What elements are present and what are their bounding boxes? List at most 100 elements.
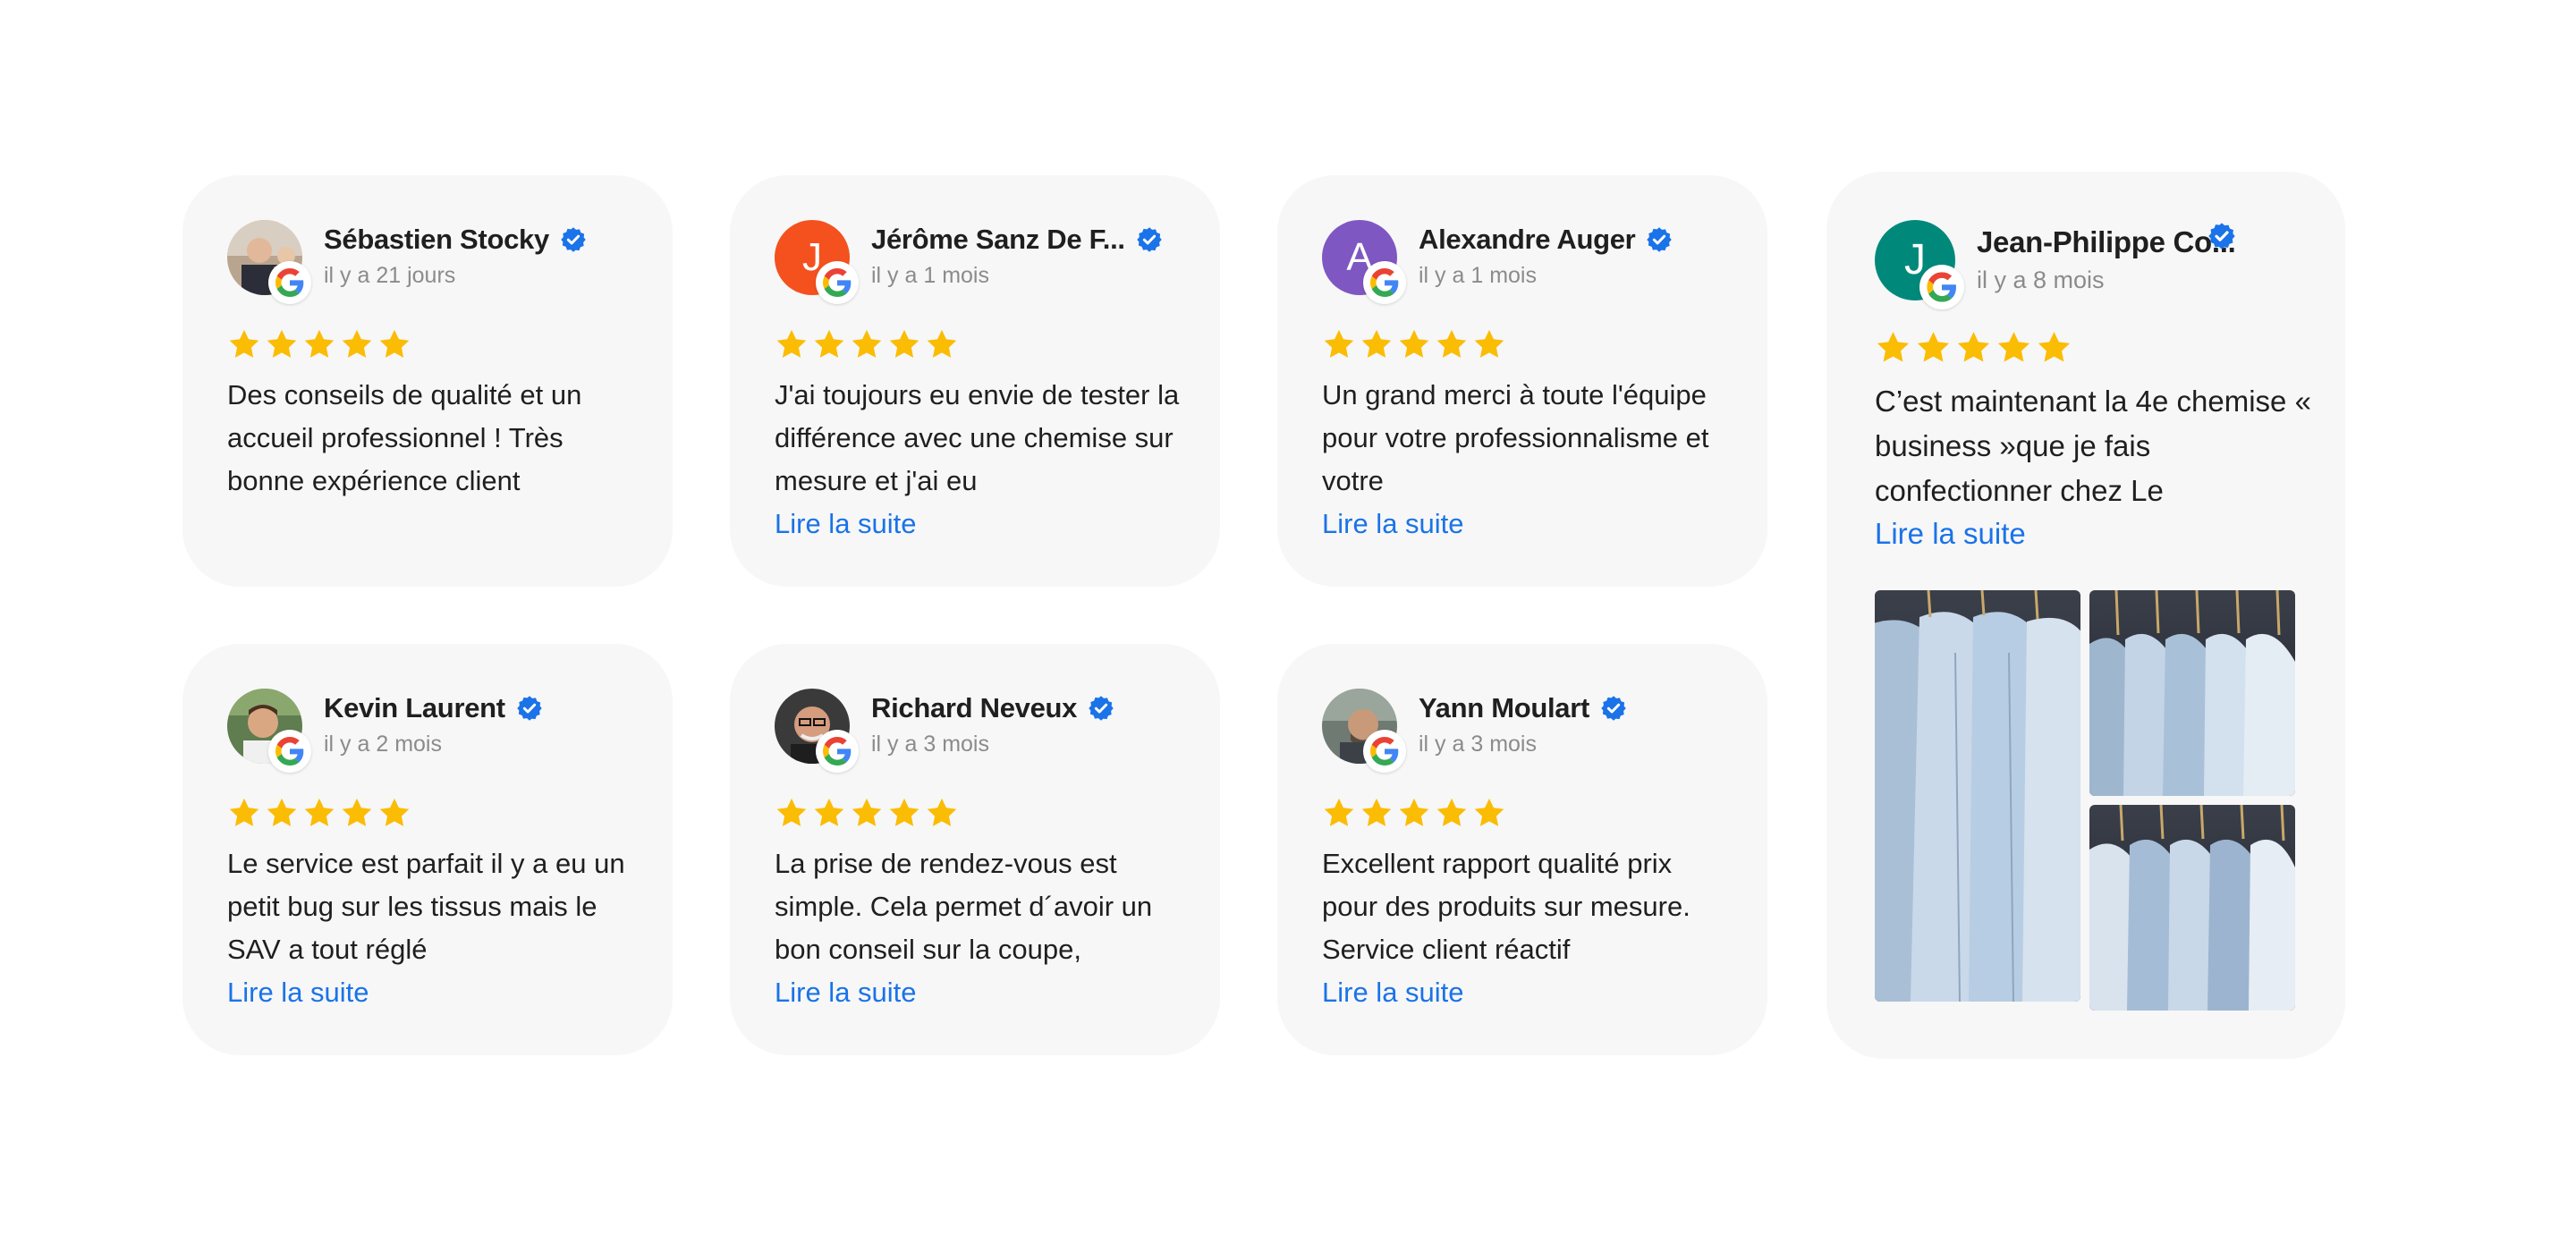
review-header: J Jean-Philippe Co... il y a 8 mois bbox=[1875, 220, 2313, 309]
verified-badge-icon bbox=[1600, 695, 1627, 722]
review-date: il y a 21 jours bbox=[324, 263, 456, 288]
star-icon bbox=[887, 796, 921, 830]
review-text: J'ai toujours eu envie de tester la diff… bbox=[775, 379, 1180, 496]
reviewer-name[interactable]: Sébastien Stocky bbox=[324, 224, 549, 256]
google-icon bbox=[268, 730, 311, 773]
google-icon bbox=[1919, 265, 1964, 309]
review-header: A Alexandre Auger il y a 1 mois bbox=[1322, 220, 1733, 304]
review-card: J Jérôme Sanz De F... il y a 1 mois J'ai… bbox=[730, 175, 1220, 587]
star-icon bbox=[1996, 329, 2032, 366]
star-icon bbox=[302, 796, 336, 830]
star-icon bbox=[812, 327, 846, 361]
read-more-link[interactable]: Lire la suite bbox=[1322, 503, 1464, 546]
google-icon bbox=[816, 261, 859, 304]
star-rating bbox=[227, 327, 411, 361]
review-card: Sébastien Stocky il y a 21 jours Des con… bbox=[182, 175, 673, 587]
star-icon bbox=[1322, 327, 1356, 361]
review-card-with-photos: J Jean-Philippe Co... il y a 8 mois C’es… bbox=[1826, 172, 2345, 1059]
review-text: Des conseils de qualité et un accueil pr… bbox=[227, 379, 582, 496]
star-icon bbox=[850, 327, 884, 361]
verified-badge-icon bbox=[1088, 695, 1114, 722]
star-icon bbox=[925, 327, 959, 361]
star-icon bbox=[1322, 796, 1356, 830]
review-text: Le service est parfait il y a eu un peti… bbox=[227, 848, 625, 965]
reviewer-name[interactable]: Jérôme Sanz De F... bbox=[871, 224, 1125, 256]
review-header: J Jérôme Sanz De F... il y a 1 mois bbox=[775, 220, 1186, 304]
review-header: Richard Neveux il y a 3 mois bbox=[775, 689, 1186, 773]
reviewer-name[interactable]: Richard Neveux bbox=[871, 692, 1077, 724]
google-icon bbox=[816, 730, 859, 773]
star-icon bbox=[850, 796, 884, 830]
read-more-link[interactable]: Lire la suite bbox=[1322, 971, 1464, 1014]
star-icon bbox=[377, 796, 411, 830]
review-date: il y a 8 mois bbox=[1977, 266, 2105, 293]
read-more-link[interactable]: Lire la suite bbox=[227, 971, 369, 1014]
read-more-link[interactable]: Lire la suite bbox=[775, 503, 917, 546]
star-rating bbox=[1875, 329, 2072, 366]
star-rating bbox=[227, 796, 411, 830]
star-icon bbox=[1915, 329, 1952, 366]
review-card: Richard Neveux il y a 3 mois La prise de… bbox=[730, 644, 1220, 1055]
verified-badge-icon bbox=[2207, 222, 2236, 250]
star-rating bbox=[775, 796, 959, 830]
star-icon bbox=[340, 327, 374, 361]
star-icon bbox=[227, 327, 261, 361]
google-icon bbox=[1363, 261, 1406, 304]
read-more-link[interactable]: Lire la suite bbox=[1875, 512, 2026, 556]
review-text: Un grand merci à toute l'équipe pour vot… bbox=[1322, 379, 1709, 496]
star-icon bbox=[1472, 327, 1506, 361]
star-icon bbox=[1360, 796, 1394, 830]
star-icon bbox=[265, 327, 299, 361]
review-date: il y a 2 mois bbox=[324, 732, 442, 757]
reviewer-name[interactable]: Alexandre Auger bbox=[1419, 224, 1636, 256]
review-photo-shirts[interactable] bbox=[1875, 590, 2080, 1002]
verified-badge-icon bbox=[516, 695, 543, 722]
verified-badge-icon bbox=[560, 226, 587, 253]
star-icon bbox=[775, 327, 809, 361]
review-header: Sébastien Stocky il y a 21 jours bbox=[227, 220, 639, 304]
review-date: il y a 1 mois bbox=[871, 263, 989, 288]
star-icon bbox=[1435, 796, 1469, 830]
star-icon bbox=[1435, 327, 1469, 361]
google-icon bbox=[268, 261, 311, 304]
star-rating bbox=[1322, 796, 1506, 830]
review-photo-shirts[interactable] bbox=[2089, 590, 2295, 796]
review-date: il y a 3 mois bbox=[871, 732, 989, 757]
reviewer-name[interactable]: Kevin Laurent bbox=[324, 692, 505, 724]
star-icon bbox=[340, 796, 374, 830]
star-rating bbox=[1322, 327, 1506, 361]
verified-badge-icon bbox=[1136, 226, 1163, 253]
review-date: il y a 1 mois bbox=[1419, 263, 1537, 288]
star-icon bbox=[1955, 329, 1992, 366]
verified-badge-icon bbox=[1646, 226, 1673, 253]
google-icon bbox=[1363, 730, 1406, 773]
star-icon bbox=[1397, 796, 1431, 830]
read-more-link[interactable]: Lire la suite bbox=[775, 971, 917, 1014]
star-icon bbox=[227, 796, 261, 830]
star-icon bbox=[302, 327, 336, 361]
review-header: Yann Moulart il y a 3 mois bbox=[1322, 689, 1733, 773]
reviewer-name[interactable]: Jean-Philippe Co... bbox=[1977, 225, 2236, 259]
star-icon bbox=[775, 796, 809, 830]
star-icon bbox=[1360, 327, 1394, 361]
review-text: Excellent rapport qualité prix pour des … bbox=[1322, 848, 1690, 965]
review-card: Kevin Laurent il y a 2 mois Le service e… bbox=[182, 644, 673, 1055]
review-text: La prise de rendez-vous est simple. Cela… bbox=[775, 848, 1153, 965]
star-icon bbox=[1472, 796, 1506, 830]
star-icon bbox=[812, 796, 846, 830]
star-icon bbox=[265, 796, 299, 830]
star-icon bbox=[1875, 329, 1911, 366]
star-rating bbox=[775, 327, 959, 361]
reviewer-name[interactable]: Yann Moulart bbox=[1419, 692, 1589, 724]
review-text: C’est maintenant la 4e chemise « busines… bbox=[1875, 385, 2311, 507]
review-header: Kevin Laurent il y a 2 mois bbox=[227, 689, 639, 773]
review-photo-shirts[interactable] bbox=[2089, 805, 2295, 1011]
reviews-widget: Sébastien Stocky il y a 21 jours Des con… bbox=[0, 0, 2576, 1252]
star-icon bbox=[1397, 327, 1431, 361]
review-date: il y a 3 mois bbox=[1419, 732, 1537, 757]
star-icon bbox=[2036, 329, 2072, 366]
star-icon bbox=[925, 796, 959, 830]
star-icon bbox=[377, 327, 411, 361]
review-card: Yann Moulart il y a 3 mois Excellent rap… bbox=[1277, 644, 1767, 1055]
star-icon bbox=[887, 327, 921, 361]
